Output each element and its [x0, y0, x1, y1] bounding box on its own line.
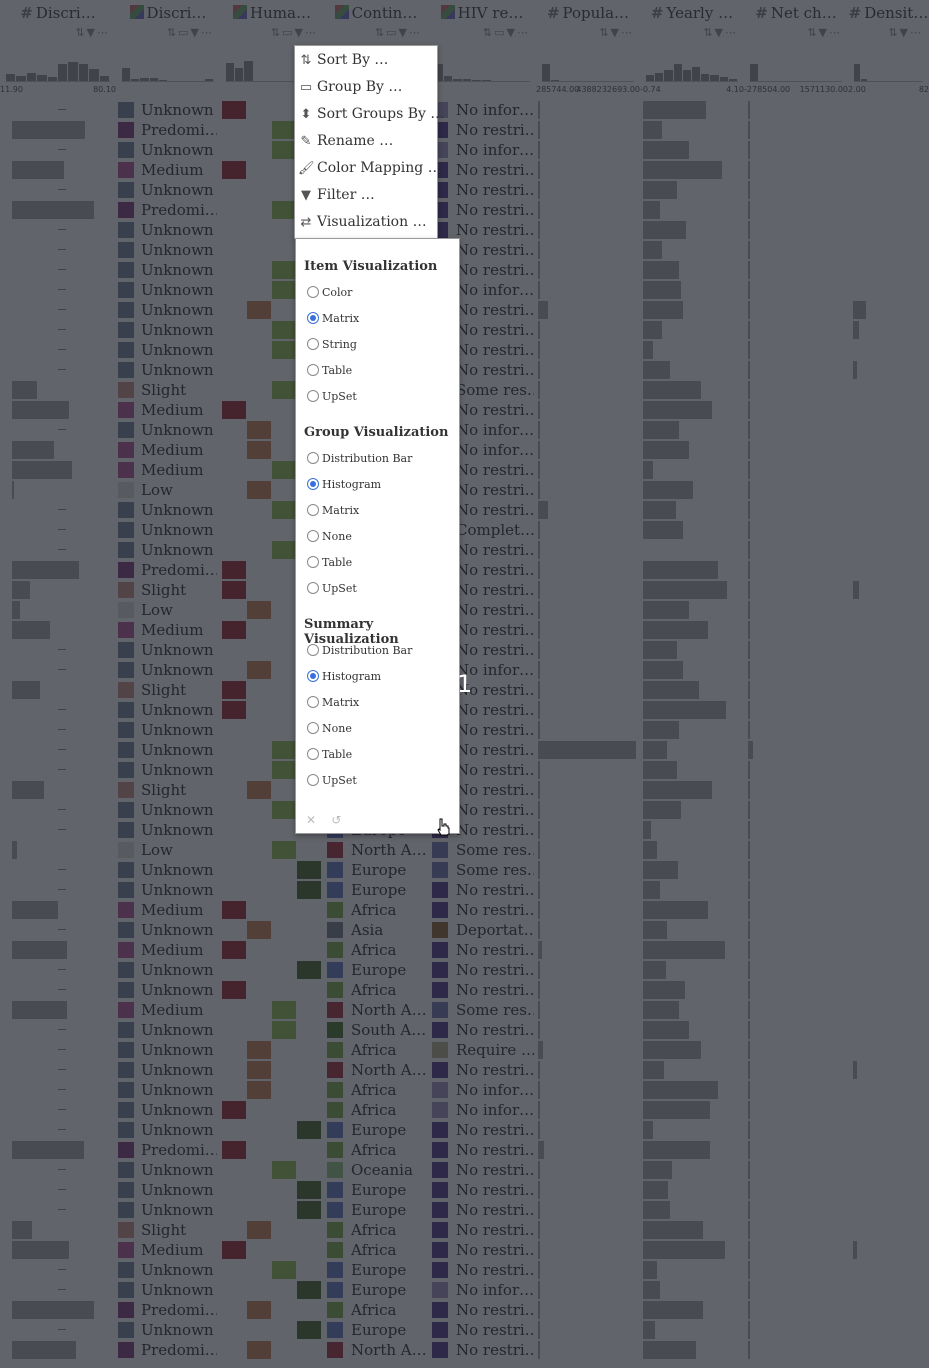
radio-option-distribution-bar[interactable]: Distribution Bar: [307, 643, 412, 659]
radio-option-upset[interactable]: UpSet: [307, 773, 357, 789]
radio-label: Distribution Bar: [322, 644, 413, 657]
menu-item-color-mapping[interactable]: 🖌 Color Mapping …: [295, 155, 442, 182]
radio-option-table[interactable]: Table: [307, 747, 352, 763]
radio-label: Table: [322, 748, 353, 761]
radio-button[interactable]: [307, 478, 319, 490]
radio-option-distribution-bar[interactable]: Distribution Bar: [307, 451, 412, 467]
radio-button[interactable]: [307, 530, 319, 542]
radio-option-upset[interactable]: UpSet: [307, 581, 357, 597]
menu-item-label: Rename …: [317, 133, 394, 149]
radio-label: UpSet: [322, 774, 357, 787]
menu-item-label: Color Mapping …: [317, 160, 442, 176]
radio-label: UpSet: [322, 582, 357, 595]
radio-button[interactable]: [307, 312, 319, 324]
radio-button[interactable]: [307, 774, 319, 786]
sort-icon: ⇅: [300, 53, 312, 68]
menu-item-label: Sort Groups By …: [317, 106, 445, 122]
radio-button[interactable]: [307, 338, 319, 350]
radio-label: UpSet: [322, 390, 357, 403]
menu-item-sort-by[interactable]: ⇅ Sort By …: [295, 47, 437, 74]
step-number-label: 1: [457, 670, 473, 698]
radio-label: Table: [322, 364, 353, 377]
vis-section-title: Item Visualization: [304, 259, 438, 274]
radio-option-none[interactable]: None: [307, 529, 352, 545]
radio-button[interactable]: [307, 748, 319, 760]
radio-button[interactable]: [307, 452, 319, 464]
visualization-dialog: Item Visualization Color Matrix String Table…: [295, 238, 460, 834]
radio-option-string[interactable]: String: [307, 337, 357, 353]
close-icon[interactable]: ✕: [306, 813, 316, 827]
radio-option-table[interactable]: Table: [307, 363, 352, 379]
radio-option-color[interactable]: Color: [307, 285, 352, 301]
radio-button[interactable]: [307, 556, 319, 568]
group-icon: ▭: [299, 80, 313, 95]
sort-groups-icon: ⬍: [300, 107, 312, 122]
radio-label: None: [322, 530, 352, 543]
column-context-menu: ⇅ Sort By … ▭ Group By … ⬍ Sort Groups By … ✎ R…: [294, 45, 445, 239]
radio-option-none[interactable]: None: [307, 721, 352, 737]
radio-button[interactable]: [307, 286, 319, 298]
menu-item-label: Group By …: [317, 79, 403, 95]
vis-section-title: Group Visualization: [304, 425, 449, 440]
radio-label: Histogram: [322, 478, 382, 491]
radio-label: Color: [322, 286, 353, 299]
radio-label: Matrix: [322, 504, 360, 517]
radio-label: None: [322, 722, 352, 735]
radio-button[interactable]: [307, 696, 319, 708]
radio-option-histogram[interactable]: Histogram: [307, 669, 381, 685]
menu-item-visualization[interactable]: ⇄ Visualization …: [295, 209, 437, 236]
radio-label: Matrix: [322, 312, 360, 325]
menu-item-rename[interactable]: ✎ Rename …: [295, 128, 437, 155]
menu-item-label: Visualization …: [317, 214, 427, 230]
radio-button[interactable]: [307, 582, 319, 594]
rename-icon: ✎: [300, 134, 312, 149]
radio-option-histogram[interactable]: Histogram: [307, 477, 381, 493]
radio-button[interactable]: [307, 390, 319, 402]
radio-option-matrix[interactable]: Matrix: [307, 695, 359, 711]
visualization-icon: ⇄: [300, 215, 312, 230]
color-mapping-icon: 🖌: [298, 161, 315, 176]
lineup-table-page: #Discri…⇅▼⋯11.9080.10Discri…⇅▭▼⋯Huma…⇅▭▼…: [0, 0, 929, 1368]
radio-button[interactable]: [307, 644, 319, 656]
radio-option-table[interactable]: Table: [307, 555, 352, 571]
radio-button[interactable]: [307, 364, 319, 376]
radio-option-matrix[interactable]: Matrix: [307, 311, 359, 327]
radio-label: Distribution Bar: [322, 452, 413, 465]
radio-button[interactable]: [307, 670, 319, 682]
radio-button[interactable]: [307, 722, 319, 734]
radio-label: Histogram: [322, 670, 382, 683]
menu-item-sort-groups-by[interactable]: ⬍ Sort Groups By …: [295, 101, 445, 128]
menu-item-group-by[interactable]: ▭ Group By …: [295, 74, 437, 101]
radio-label: Table: [322, 556, 353, 569]
radio-button[interactable]: [307, 504, 319, 516]
radio-option-upset[interactable]: UpSet: [307, 389, 357, 405]
menu-item-label: Sort By …: [317, 52, 389, 68]
menu-item-filter[interactable]: ▼ Filter …: [295, 182, 437, 209]
hand-cursor-icon: [437, 818, 450, 836]
reset-icon[interactable]: ↺: [331, 813, 341, 827]
radio-label: String: [322, 338, 357, 351]
menu-item-label: Filter …: [317, 187, 375, 203]
filter-icon: ▼: [301, 188, 311, 203]
radio-label: Matrix: [322, 696, 360, 709]
radio-option-matrix[interactable]: Matrix: [307, 503, 359, 519]
